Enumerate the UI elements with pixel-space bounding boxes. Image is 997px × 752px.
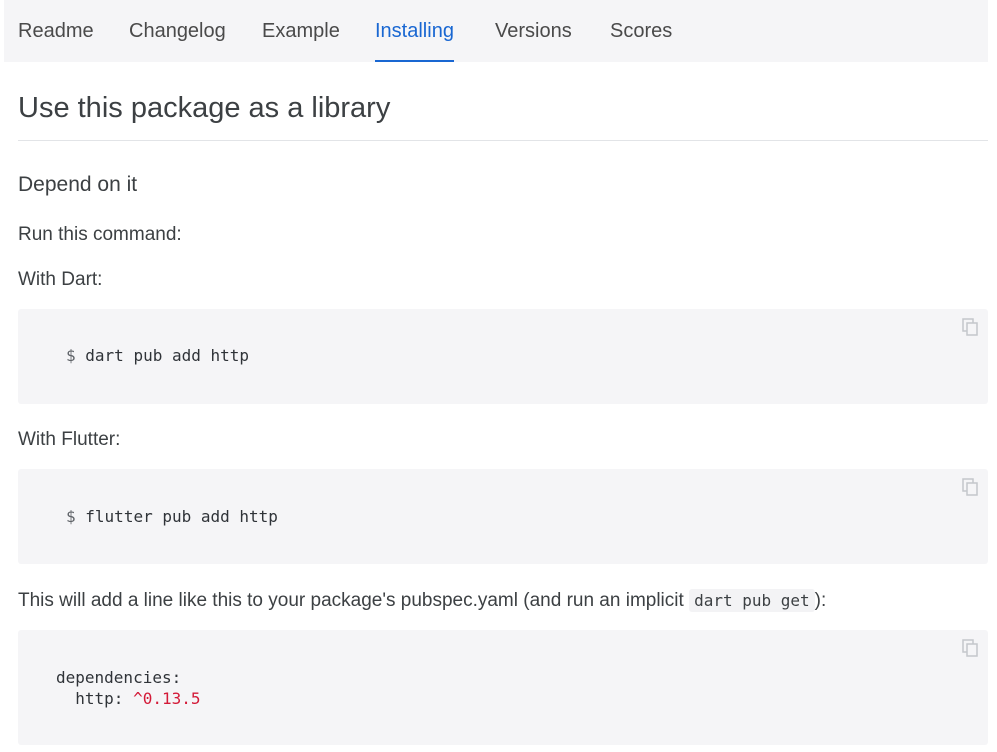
- dart-command: dart pub add http: [85, 346, 250, 365]
- page-title: Use this package as a library: [18, 92, 391, 124]
- pubspec-note: This will add a line like this to your p…: [18, 589, 827, 612]
- deps-line: dependencies:: [56, 668, 182, 687]
- copy-icon[interactable]: [962, 639, 978, 657]
- tab-example[interactable]: Example: [262, 0, 340, 62]
- pubspec-note-end: ):: [814, 590, 827, 611]
- dart-prompt: $: [66, 346, 76, 365]
- tab-scores[interactable]: Scores: [610, 0, 672, 62]
- tab-installing[interactable]: Installing: [375, 0, 454, 62]
- flutter-command: flutter pub add http: [85, 507, 278, 526]
- tab-bar: Readme Changelog Example Installing Vers…: [4, 0, 988, 62]
- copy-icon[interactable]: [962, 478, 978, 496]
- deps-key: http:: [56, 689, 124, 708]
- deps-version: ^0.13.5: [133, 689, 201, 708]
- dart-command-block: $ dart pub add http: [18, 309, 988, 404]
- tab-readme[interactable]: Readme: [18, 0, 94, 62]
- title-divider: [18, 140, 988, 141]
- with-flutter-label: With Flutter:: [18, 429, 121, 450]
- inline-code: dart pub get: [689, 589, 815, 612]
- pubspec-note-text: This will add a line like this to your p…: [18, 590, 684, 611]
- section-title: Depend on it: [18, 173, 138, 196]
- tab-changelog[interactable]: Changelog: [129, 0, 226, 62]
- run-command-label: Run this command:: [18, 224, 182, 245]
- flutter-prompt: $: [66, 507, 76, 526]
- copy-icon[interactable]: [962, 318, 978, 336]
- tab-versions[interactable]: Versions: [495, 0, 572, 62]
- pubspec-snippet-block: dependencies: http: ^0.13.5: [18, 630, 988, 745]
- http-dependency-line: http: ^0.13.5: [56, 689, 201, 708]
- with-dart-label: With Dart:: [18, 269, 103, 290]
- flutter-command-block: $ flutter pub add http: [18, 469, 988, 564]
- flutter-command-line: $ flutter pub add http: [66, 507, 278, 526]
- dart-command-line: $ dart pub add http: [66, 346, 249, 365]
